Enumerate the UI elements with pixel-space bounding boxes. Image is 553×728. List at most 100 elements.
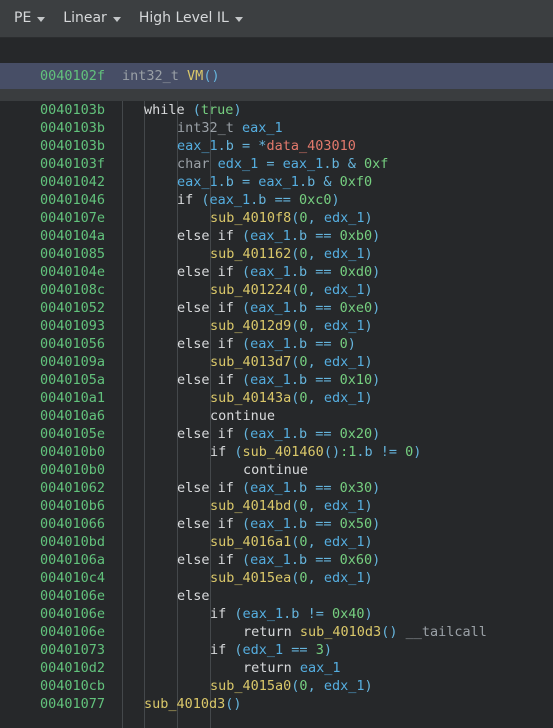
code-token-function[interactable]: sub_4013d7 [210,354,291,370]
code-line[interactable]: 0040105a else if (eax_1.b == 0x10) [0,371,553,389]
line-address[interactable]: 0040103b [0,101,122,119]
line-address[interactable]: 0040103f [0,155,122,173]
code-token-variable[interactable]: eax_1 [250,264,291,280]
code-line[interactable]: 004010b0 continue [0,461,553,479]
line-address[interactable]: 004010c4 [0,569,122,587]
code-token-function[interactable]: sub_4012d9 [210,318,291,334]
line-address[interactable]: 004010a6 [0,407,122,425]
code-token-function[interactable]: sub_4015a0 [210,678,291,694]
code-token-function[interactable]: sub_401460 [243,444,324,460]
toolbar-item-view-mode[interactable]: Linear [57,8,127,29]
code-token-variable[interactable]: eax_1 [250,372,291,388]
code-line[interactable]: 0040106e if (eax_1.b != 0x40) [0,605,553,623]
line-address[interactable]: 0040106e [0,623,122,641]
toolbar-item-il-level[interactable]: High Level IL [133,8,249,29]
line-address[interactable]: 00401052 [0,299,122,317]
code-token-variable[interactable]: eax_1 [242,120,283,136]
line-address[interactable]: 00401066 [0,515,122,533]
hlil-code-view[interactable]: 0040103b while (true) 0040103b int32_t eax_… [0,101,553,728]
code-token-variable[interactable]: eax_1 [300,660,341,676]
line-address[interactable]: 0040107e [0,209,122,227]
code-line[interactable]: 00401042 eax_1.b = eax_1.b & 0xf0 [0,173,553,191]
line-address[interactable]: 004010d2 [0,659,122,677]
code-line[interactable]: 004010c4 sub_4015ea(0, edx_1) [0,569,553,587]
line-address[interactable]: 004010b0 [0,461,122,479]
code-token-variable[interactable]: eax_1 [250,228,291,244]
line-address[interactable]: 004010b0 [0,443,122,461]
code-token-variable[interactable]: eax_1 [250,552,291,568]
line-address[interactable]: 004010a1 [0,389,122,407]
line-address[interactable]: 0040106e [0,605,122,623]
line-address[interactable]: 00401056 [0,335,122,353]
code-line[interactable]: 0040104e else if (eax_1.b == 0xd0) [0,263,553,281]
code-token-variable[interactable]: edx_1 [324,570,365,586]
code-token-variable[interactable]: edx_1 [243,642,284,658]
line-address[interactable]: 0040104a [0,227,122,245]
code-token-function[interactable]: sub_4014bd [210,498,291,514]
line-address[interactable]: 0040106e [0,587,122,605]
code-token-function[interactable]: sub_4010d3 [300,624,381,640]
line-address[interactable]: 0040109a [0,353,122,371]
code-line[interactable]: 004010a6 continue [0,407,553,425]
code-token-function[interactable]: sub_4010f8 [210,210,291,226]
code-token-variable[interactable]: eax_1 [243,606,284,622]
code-line[interactable]: 00401085 sub_401162(0, edx_1) [0,245,553,263]
function-name[interactable]: VM [187,68,203,84]
code-line[interactable]: 0040106e else [0,587,553,605]
code-line[interactable]: 0040103b eax_1.b = *data_403010 [0,137,553,155]
code-line[interactable]: 0040103b while (true) [0,101,553,119]
code-line[interactable]: 0040103f char edx_1 = eax_1.b & 0xf [0,155,553,173]
line-address[interactable]: 00401042 [0,173,122,191]
code-token-variable[interactable]: edx_1 [324,390,365,406]
code-line[interactable]: 00401062 else if (eax_1.b == 0x30) [0,479,553,497]
code-token-variable[interactable]: eax_1 [250,300,291,316]
code-token-variable[interactable]: edx_1 [324,678,365,694]
code-line[interactable]: 004010cb sub_4015a0(0, edx_1) [0,677,553,695]
code-line[interactable]: 00401093 sub_4012d9(0, edx_1) [0,317,553,335]
line-address[interactable]: 004010b6 [0,497,122,515]
line-address[interactable]: 0040106a [0,551,122,569]
code-token-variable[interactable]: eax_1 [177,138,218,154]
line-address[interactable]: 004010bd [0,533,122,551]
code-token-function[interactable]: sub_401224 [210,282,291,298]
line-address[interactable]: 0040103b [0,137,122,155]
code-token-function[interactable]: sub_4016a1 [210,534,291,550]
line-address[interactable]: 0040105a [0,371,122,389]
line-address[interactable]: 0040104e [0,263,122,281]
toolbar-item-file-format[interactable]: PE [8,8,51,29]
code-token-variable[interactable]: eax_1 [250,336,291,352]
line-address[interactable]: 0040108c [0,281,122,299]
code-token-variable[interactable]: edx_1 [324,282,365,298]
code-token-variable[interactable]: edx_1 [324,318,365,334]
code-token-data-ref[interactable]: data_403010 [266,138,355,154]
function-signature-row[interactable]: 0040102f int32_t VM() [0,63,553,89]
code-token-variable[interactable]: edx_1 [324,498,365,514]
line-address[interactable]: 00401046 [0,191,122,209]
code-token-variable[interactable]: eax_1 [250,426,291,442]
code-token-variable[interactable]: edx_1 [324,354,365,370]
code-line[interactable]: 00401066 else if (eax_1.b == 0x50) [0,515,553,533]
line-address[interactable]: 00401073 [0,641,122,659]
code-line[interactable]: 004010bd sub_4016a1(0, edx_1) [0,533,553,551]
code-token-variable[interactable]: eax_1 [250,480,291,496]
code-token-variable[interactable]: edx_1 [324,210,365,226]
code-line[interactable]: 004010b6 sub_4014bd(0, edx_1) [0,497,553,515]
code-line[interactable]: 0040104a else if (eax_1.b == 0xb0) [0,227,553,245]
code-token-variable[interactable]: eax_1 [250,516,291,532]
code-token-function[interactable]: sub_401162 [210,246,291,262]
code-token-variable[interactable]: eax_1 [177,174,218,190]
line-address[interactable]: 0040105e [0,425,122,443]
code-token-variable[interactable]: eax_1 [283,156,324,172]
code-token-variable[interactable]: eax_1 [258,174,299,190]
code-line[interactable]: 0040103b int32_t eax_1 [0,119,553,137]
code-line[interactable]: 0040108c sub_401224(0, edx_1) [0,281,553,299]
code-line[interactable]: 00401077 sub_4010d3() [0,695,553,713]
line-address[interactable]: 00401093 [0,317,122,335]
code-line[interactable]: 004010d2 return eax_1 [0,659,553,677]
code-token-variable[interactable]: eax_1 [210,192,251,208]
code-line[interactable]: 004010a1 sub_40143a(0, edx_1) [0,389,553,407]
line-address[interactable]: 00401077 [0,695,122,713]
code-token-variable[interactable]: edx_1 [218,156,259,172]
code-line[interactable]: 00401046 if (eax_1.b == 0xc0) [0,191,553,209]
code-line[interactable]: 0040106a else if (eax_1.b == 0x60) [0,551,553,569]
